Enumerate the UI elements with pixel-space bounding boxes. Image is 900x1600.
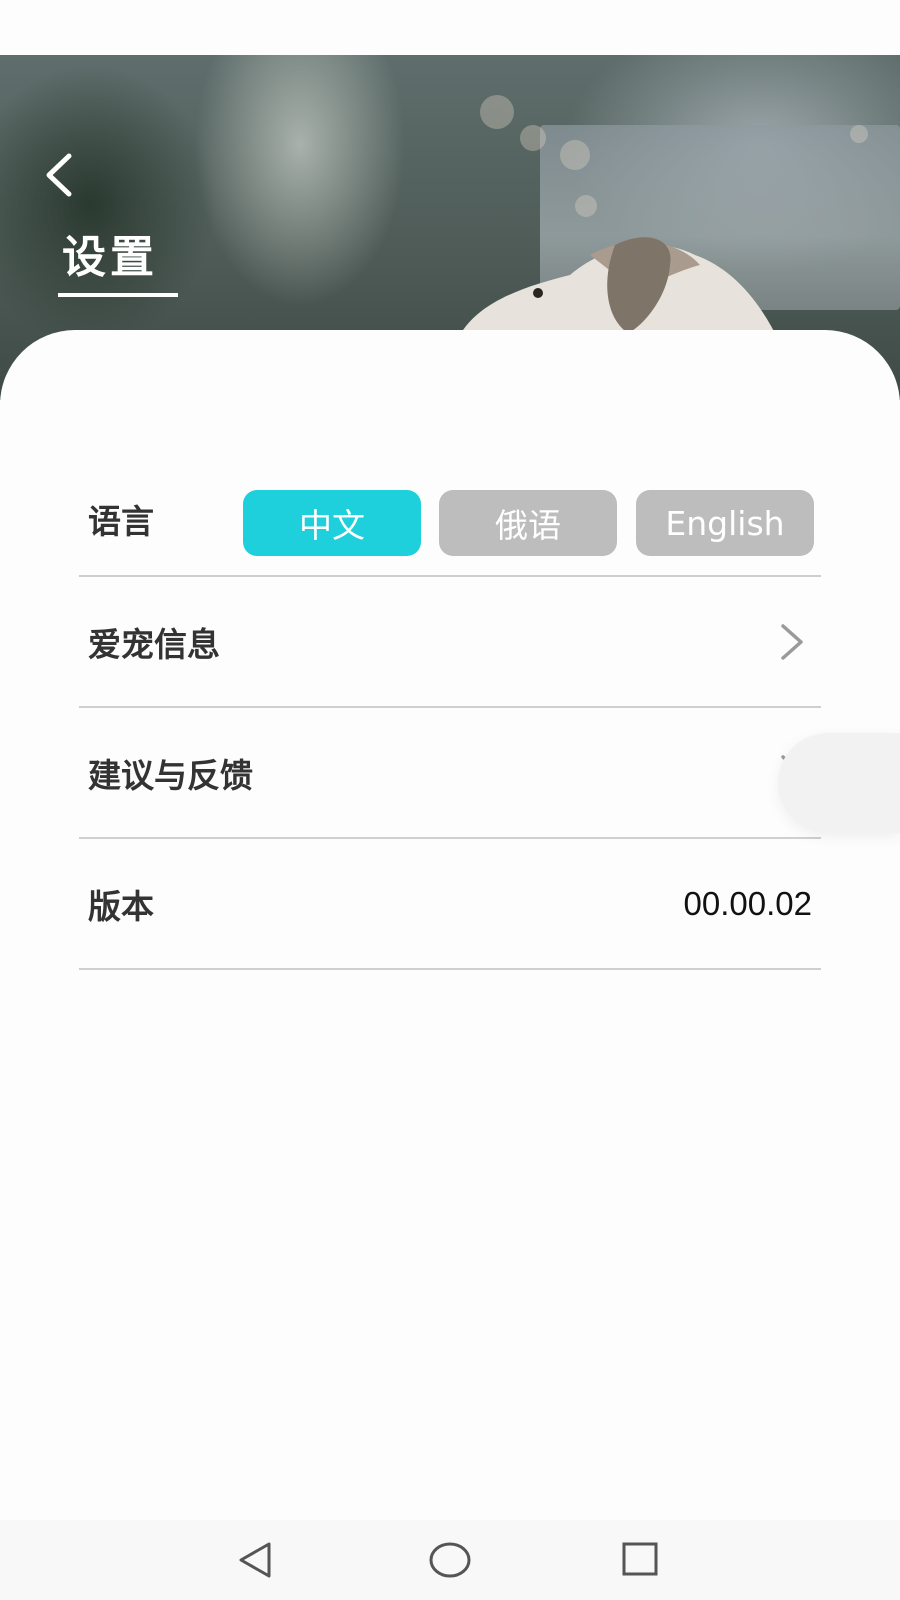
status-bar [0,0,900,55]
chevron-left-icon [46,153,72,197]
language-option-english[interactable]: English [636,490,814,556]
bokeh-light [850,125,868,143]
bokeh-light [520,125,546,151]
feedback-label: 建议与反馈 [88,755,253,795]
back-button[interactable] [34,147,84,203]
bokeh-light [560,140,590,170]
page-title: 设置 [62,232,158,283]
recents-square-icon[interactable] [612,1532,668,1588]
version-value: 00.00.02 [683,884,812,922]
language-option-russian[interactable]: 俄语 [439,490,617,556]
pet-info-label: 爱宠信息 [88,624,220,664]
pet-info-row[interactable]: 爱宠信息 [79,577,821,708]
bokeh-light [480,95,514,129]
language-row: 语言 中文 俄语 English [79,395,821,577]
system-nav-bar [0,1520,900,1600]
floating-assistive-button[interactable] [778,733,900,833]
version-row: 版本 00.00.02 [79,839,821,970]
title-underline [58,293,178,297]
home-circle-icon[interactable] [422,1532,478,1588]
back-triangle-icon[interactable] [229,1532,285,1588]
version-label: 版本 [88,886,154,926]
settings-card: 语言 中文 俄语 English 爱宠信息 建议与反馈 版本 00.00.02 [0,330,900,1520]
language-option-chinese[interactable]: 中文 [243,490,421,556]
language-label: 语言 [88,502,154,541]
chevron-right-icon [781,623,803,660]
feedback-row[interactable]: 建议与反馈 [79,708,821,839]
